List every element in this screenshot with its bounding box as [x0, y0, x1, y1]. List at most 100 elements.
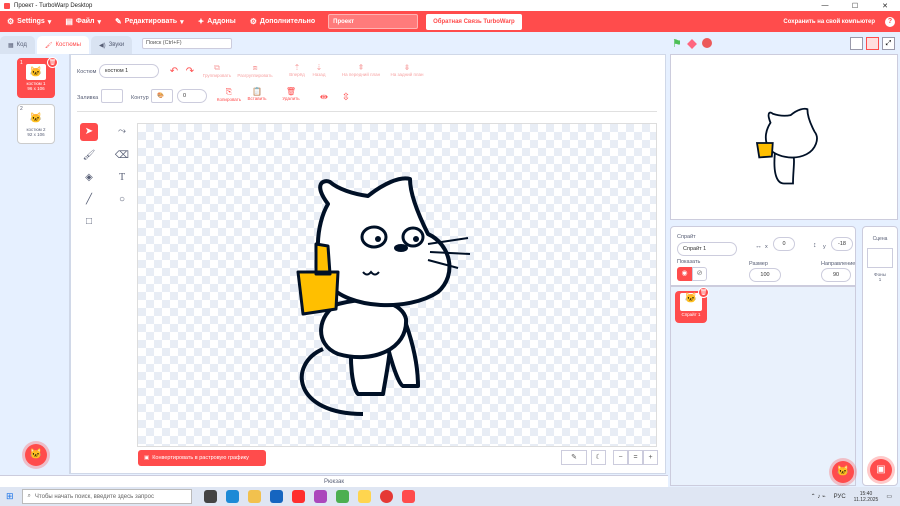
small-stage-icon[interactable]: [850, 37, 863, 50]
costume-name-input[interactable]: костюм 1: [99, 64, 159, 78]
search-input[interactable]: Поиск (Ctrl+F): [142, 38, 232, 49]
stage-selector[interactable]: Сцена Фоны 1 ▣: [862, 226, 898, 486]
circle-tool-icon[interactable]: ○: [113, 191, 131, 209]
delete-sprite-icon[interactable]: 🗑: [698, 287, 709, 298]
app-icon[interactable]: [357, 490, 371, 503]
task-view-icon[interactable]: [203, 490, 217, 503]
outline-color-picker[interactable]: 🎨: [151, 89, 173, 103]
fullscreen-icon[interactable]: ⤢: [882, 37, 895, 50]
tab-sounds[interactable]: ◀) Звуки: [90, 36, 133, 54]
moon-icon[interactable]: ☾: [591, 450, 606, 465]
yandex-icon[interactable]: [291, 490, 305, 503]
chrome-icon[interactable]: [335, 490, 349, 503]
costume-number: 1: [20, 60, 23, 66]
opera-icon[interactable]: [379, 490, 393, 503]
to-front-label: На передний план: [341, 72, 381, 77]
to-front-button[interactable]: ⇞ На передний план: [339, 63, 383, 77]
menu-advanced[interactable]: ⚙ Дополнительно: [243, 11, 322, 32]
flip-horizontal-icon[interactable]: ⇹: [315, 89, 333, 107]
zoom-in-icon[interactable]: +: [643, 450, 658, 465]
ungroup-button[interactable]: ⧈ Разгруппировать: [237, 63, 273, 78]
menu-edit[interactable]: ✎ Редактировать ▾: [108, 11, 191, 32]
stop-icon[interactable]: [702, 38, 712, 48]
clock[interactable]: 15:40 11.12.2025: [854, 491, 879, 503]
fill-mode-toggle[interactable]: ✎: [561, 450, 587, 465]
trash-icon: 🗑: [285, 87, 297, 96]
size-input[interactable]: 100: [749, 268, 781, 282]
add-sprite-button[interactable]: 🐱: [832, 461, 854, 483]
drawing-canvas[interactable]: [137, 123, 657, 447]
windows-start-icon[interactable]: ⊞: [6, 491, 14, 502]
x-arrows-icon: ↔: [755, 243, 762, 250]
costume-item-1[interactable]: 1 🐱 костюм 1 96 x 106 🗑: [17, 57, 58, 98]
select-tool-icon[interactable]: ➤: [80, 123, 98, 141]
pause-icon[interactable]: [687, 39, 697, 49]
language-indicator[interactable]: РУС: [834, 494, 846, 500]
large-stage-icon[interactable]: [866, 37, 879, 50]
sprite-label: Спрайт: [677, 234, 696, 240]
app-icon[interactable]: [313, 490, 327, 503]
show-visible-icon[interactable]: ◉: [677, 267, 692, 281]
zoom-reset-icon[interactable]: =: [628, 450, 643, 465]
project-title-input[interactable]: Проект: [328, 14, 419, 29]
chevron-down-icon: ▾: [97, 18, 102, 26]
brush-tool-icon[interactable]: 🖌: [80, 147, 98, 165]
costume-size: 92 x 106: [27, 132, 45, 137]
ungroup-icon: ⧈: [252, 63, 258, 72]
stage-canvas[interactable]: [670, 54, 898, 220]
fill-tool-icon[interactable]: ◈: [80, 169, 98, 187]
direction-input[interactable]: 90: [821, 268, 851, 282]
sprite-name-input[interactable]: Спрайт 1: [677, 242, 737, 256]
puzzle-icon: ✦: [197, 17, 205, 26]
backward-button[interactable]: ⇣ Назад: [301, 63, 337, 77]
hide-icon[interactable]: ⊘: [692, 267, 707, 281]
x-input[interactable]: 0: [773, 237, 795, 251]
feedback-button[interactable]: Обратная Связь TurboWarp: [426, 13, 522, 30]
maximize-button[interactable]: ☐: [840, 2, 870, 10]
backpack-bar[interactable]: Рюкзак: [0, 475, 668, 487]
redo-icon[interactable]: ↷: [181, 63, 199, 81]
green-flag-icon[interactable]: ⚑: [672, 37, 682, 50]
sprite-thumb-1[interactable]: 🐱 Спрайт 1 🗑: [675, 287, 709, 323]
menu-settings[interactable]: ⚙ Settings ▾: [0, 11, 58, 32]
costume-item-2[interactable]: 2 🐱 костюм 2 92 x 106: [17, 104, 55, 144]
paste-button[interactable]: 📋 Вставить: [239, 87, 275, 101]
zoom-out-icon[interactable]: −: [613, 450, 628, 465]
eraser-tool-icon[interactable]: ⌫: [113, 147, 131, 165]
edge-icon[interactable]: [225, 490, 239, 503]
mail-icon[interactable]: [269, 490, 283, 503]
fill-color-picker[interactable]: [101, 89, 123, 103]
turbowarp-icon[interactable]: [401, 490, 415, 503]
minimize-button[interactable]: —: [810, 2, 840, 10]
brush-icon: 🖌: [44, 42, 53, 49]
tab-code[interactable]: ▦ Код: [0, 36, 35, 54]
tray-icons[interactable]: ⌃ ♪ ⌁: [811, 493, 826, 500]
outline-width-input[interactable]: 0: [177, 89, 207, 103]
delete-button[interactable]: 🗑 Удалить: [273, 87, 309, 101]
line-tool-icon[interactable]: ╱: [80, 191, 98, 209]
notification-icon[interactable]: ▭: [886, 493, 892, 500]
close-window-button[interactable]: ✕: [870, 2, 900, 10]
explorer-icon[interactable]: [247, 490, 261, 503]
group-button[interactable]: ⧉ Группировать: [199, 63, 235, 78]
tab-costumes[interactable]: 🖌 Костюмы: [36, 36, 89, 54]
costume-size: 96 x 106: [27, 86, 45, 91]
rectangle-tool-icon[interactable]: □: [80, 213, 98, 231]
menu-file[interactable]: ▤ Файл ▾: [58, 11, 108, 32]
menu-addons[interactable]: ✦ Аддоны: [191, 11, 243, 32]
help-icon[interactable]: ?: [885, 16, 895, 27]
add-backdrop-button[interactable]: ▣: [870, 459, 892, 481]
y-input[interactable]: -18: [831, 237, 853, 251]
group-icon: ⧉: [214, 63, 220, 72]
stage-thumbnail: [867, 248, 893, 268]
flip-vertical-icon[interactable]: ⇳: [337, 89, 355, 107]
convert-to-bitmap-button[interactable]: ▣ Конвертировать в растровую графику: [138, 450, 266, 466]
text-tool-icon[interactable]: T: [113, 169, 131, 187]
add-costume-button[interactable]: 🐱: [25, 444, 47, 466]
taskbar-search-input[interactable]: ⌕ Чтобы начать поиск, введите здесь запр…: [21, 489, 192, 504]
save-to-computer-button[interactable]: Сохранить на свой компьютер: [783, 19, 875, 25]
reshape-tool-icon[interactable]: ⤳: [113, 123, 131, 141]
to-back-button[interactable]: ⇟ На задний план: [385, 63, 429, 77]
stage-label: Сцена: [872, 236, 888, 242]
delete-costume-icon[interactable]: 🗑: [47, 57, 58, 68]
